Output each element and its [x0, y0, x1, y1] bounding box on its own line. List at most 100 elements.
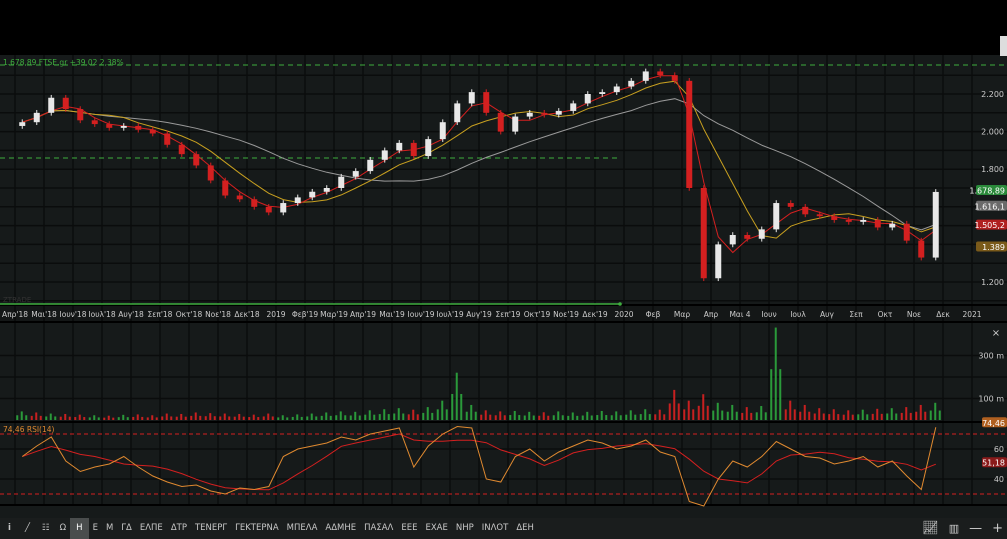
volume-bar [252, 414, 255, 420]
volume-bar [296, 414, 299, 420]
volume-bar [155, 417, 158, 420]
volume-bar [905, 407, 908, 420]
candle-body [932, 191, 939, 258]
candle-body [526, 112, 533, 117]
time-axis-label: Μαρ [674, 310, 690, 319]
volume-bar [49, 413, 52, 420]
zoom-in-icon[interactable]: + [992, 521, 1003, 536]
price-tag-label: 1.505,2 [974, 221, 1005, 230]
candle-body [323, 188, 330, 192]
toolbar-item-15[interactable]: ΙΝΛΟΤ [478, 518, 513, 539]
volume-bar [112, 417, 115, 420]
volume-bar [803, 404, 806, 420]
volume-bar [126, 417, 129, 420]
candle-body [700, 188, 707, 279]
volume-bar [422, 412, 425, 420]
close-icon[interactable]: × [992, 328, 1000, 339]
volume-bar [349, 415, 352, 420]
toolbar-item-12[interactable]: ΕΕΕ [397, 518, 421, 539]
bar-chart-icon[interactable]: ▥ [949, 522, 959, 535]
toolbar-item-4[interactable]: ΓΔ [117, 518, 136, 539]
candle-body [903, 223, 910, 241]
candle-body [222, 180, 229, 196]
toolbar-item-1[interactable]: Η [70, 518, 89, 539]
volume-bar [117, 417, 120, 420]
volume-bar [789, 400, 792, 420]
candle-body [584, 94, 591, 104]
volume-bar [547, 415, 550, 420]
volume-bar [900, 412, 903, 420]
time-axis-label: Σεπ'19 [496, 310, 521, 319]
toolbar-item-11[interactable]: ΠΑΣΑΛ [360, 518, 397, 539]
time-axis-label: Νοε'18 [205, 310, 231, 319]
candle-body [729, 235, 736, 245]
volume-bar [165, 413, 168, 420]
toolbar-item-7[interactable]: ΤΕΝΕΡΓ [191, 518, 231, 539]
toolbar-item-0[interactable]: Ω [56, 518, 71, 539]
volume-bar [407, 414, 410, 420]
toolbar-item-10[interactable]: ΑΔΜΗΕ [321, 518, 360, 539]
toolbar-item-9[interactable]: ΜΠΕΛΑ [283, 518, 322, 539]
toolbar-item-13[interactable]: ΕΧΑΕ [421, 518, 451, 539]
candle-body [860, 219, 867, 222]
candle-body [758, 229, 765, 239]
candle-body [265, 206, 272, 213]
time-axis-label: Μαι'18 [31, 310, 57, 319]
volume-bar [412, 409, 415, 420]
volume-bar [455, 372, 458, 420]
volume-bar [818, 408, 821, 420]
time-axis-label: Δεκ'19 [582, 310, 607, 319]
line-chart-icon[interactable]: 📈︎ [922, 521, 939, 536]
volume-bar [503, 415, 506, 420]
volume-bar [702, 394, 705, 420]
time-axis-label: Φεβ [646, 310, 661, 319]
info-icon[interactable]: i [0, 518, 19, 539]
volume-bar [248, 417, 251, 420]
time-axis-label: Φεβ'19 [292, 310, 319, 319]
volume-bar [871, 413, 874, 420]
volume-bar [561, 415, 564, 420]
volume-bar [567, 415, 570, 420]
volume-bar [339, 411, 342, 420]
pen-icon[interactable]: ╱ [19, 518, 36, 539]
volume-bar [528, 411, 531, 420]
candle-body [816, 214, 823, 217]
grid-icon[interactable]: ☷ [36, 518, 56, 539]
toolbar-item-16[interactable]: ΔΕΗ [512, 518, 538, 539]
volume-bar [842, 414, 845, 420]
candle-body [657, 71, 664, 76]
candle-body [48, 97, 55, 113]
candle-body [149, 129, 156, 134]
toolbar-item-6[interactable]: ΔΤΡ [167, 518, 191, 539]
time-axis-label: Ιουν'18 [60, 310, 87, 319]
volume-bar [267, 413, 270, 420]
toolbar-item-5[interactable]: ΕΛΠΕ [136, 518, 167, 539]
chart-area[interactable]: ZTRADE2.2002.0001.8001.4001.2001.678,891… [0, 0, 1007, 518]
toolbar-item-8[interactable]: ΓΕΚΤΕΡΝΑ [231, 518, 283, 539]
volume-bar [919, 404, 922, 420]
volume-bar [532, 415, 535, 420]
candle-body [628, 80, 635, 87]
volume-bar [629, 410, 632, 420]
volume-bar [658, 409, 661, 420]
volume-bar [271, 416, 274, 420]
toolbar-item-14[interactable]: ΝΗΡ [452, 518, 478, 539]
volume-bar [151, 415, 154, 420]
volume-bar [344, 415, 347, 420]
volume-bar [368, 410, 371, 420]
zoom-out-icon[interactable]: — [969, 521, 982, 536]
volume-bar [770, 369, 773, 420]
volume-bar [687, 400, 690, 420]
volume-bar [828, 414, 831, 420]
volume-bar [39, 415, 42, 420]
volume-bar [576, 415, 579, 420]
volume-bar [93, 415, 96, 420]
toolbar-item-3[interactable]: Μ [102, 518, 117, 539]
toolbar-item-2[interactable]: Ε [89, 518, 102, 539]
volume-bar [721, 410, 724, 420]
candle-body [874, 219, 881, 228]
volume-bar [103, 417, 106, 420]
rsi-axis-label: 60 [994, 445, 1004, 454]
volume-bar [262, 416, 265, 420]
volume-bar [813, 413, 816, 420]
